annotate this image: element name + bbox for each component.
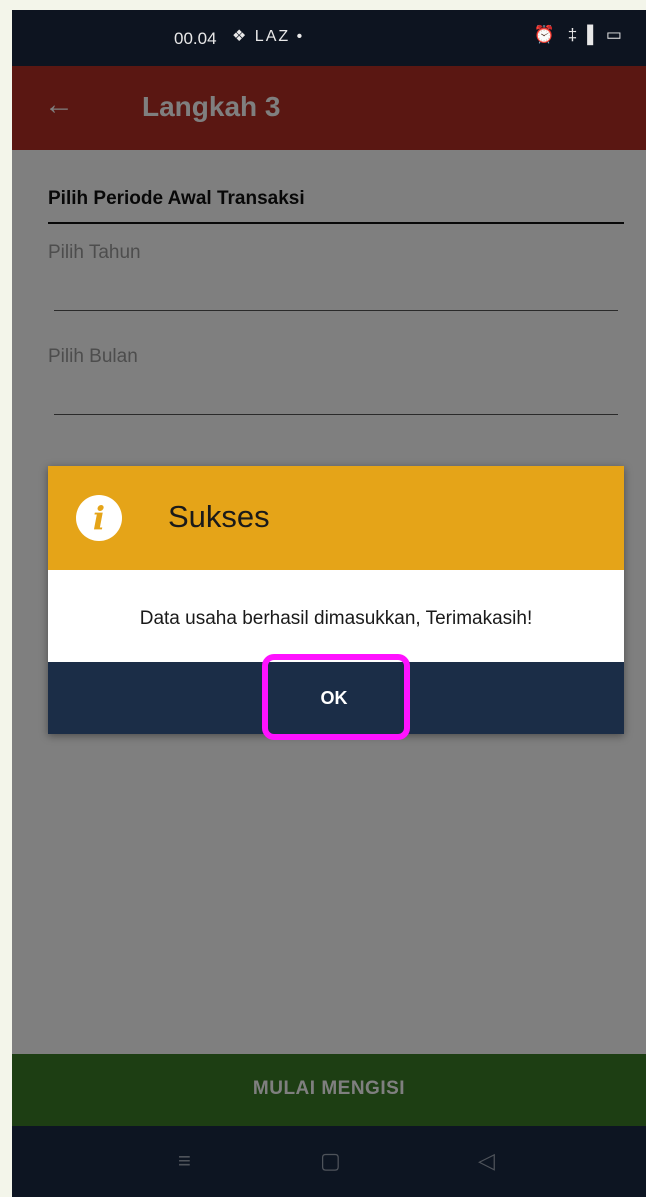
dialog-body: Data usaha berhasil dimasukkan, Terimaka… bbox=[48, 570, 624, 662]
dialog-title: Sukses bbox=[168, 499, 270, 534]
info-icon: i bbox=[76, 495, 122, 541]
status-time: 00.04 bbox=[174, 29, 217, 48]
status-bar: 00.04 ❖ LAZ • ⏰ ‡▐ ▭ bbox=[12, 10, 646, 66]
phone-screen: 00.04 ❖ LAZ • ⏰ ‡▐ ▭ ← Langkah 3 Pilih P… bbox=[12, 10, 646, 1197]
ok-button-highlight bbox=[262, 654, 410, 740]
dialog-header: i Sukses bbox=[48, 466, 624, 570]
system-status-icons: ⏰ ‡▐ ▭ bbox=[533, 25, 626, 44]
dialog-message: Data usaha berhasil dimasukkan, Terimaka… bbox=[139, 608, 533, 629]
notification-icons: ❖ LAZ • bbox=[232, 28, 305, 45]
